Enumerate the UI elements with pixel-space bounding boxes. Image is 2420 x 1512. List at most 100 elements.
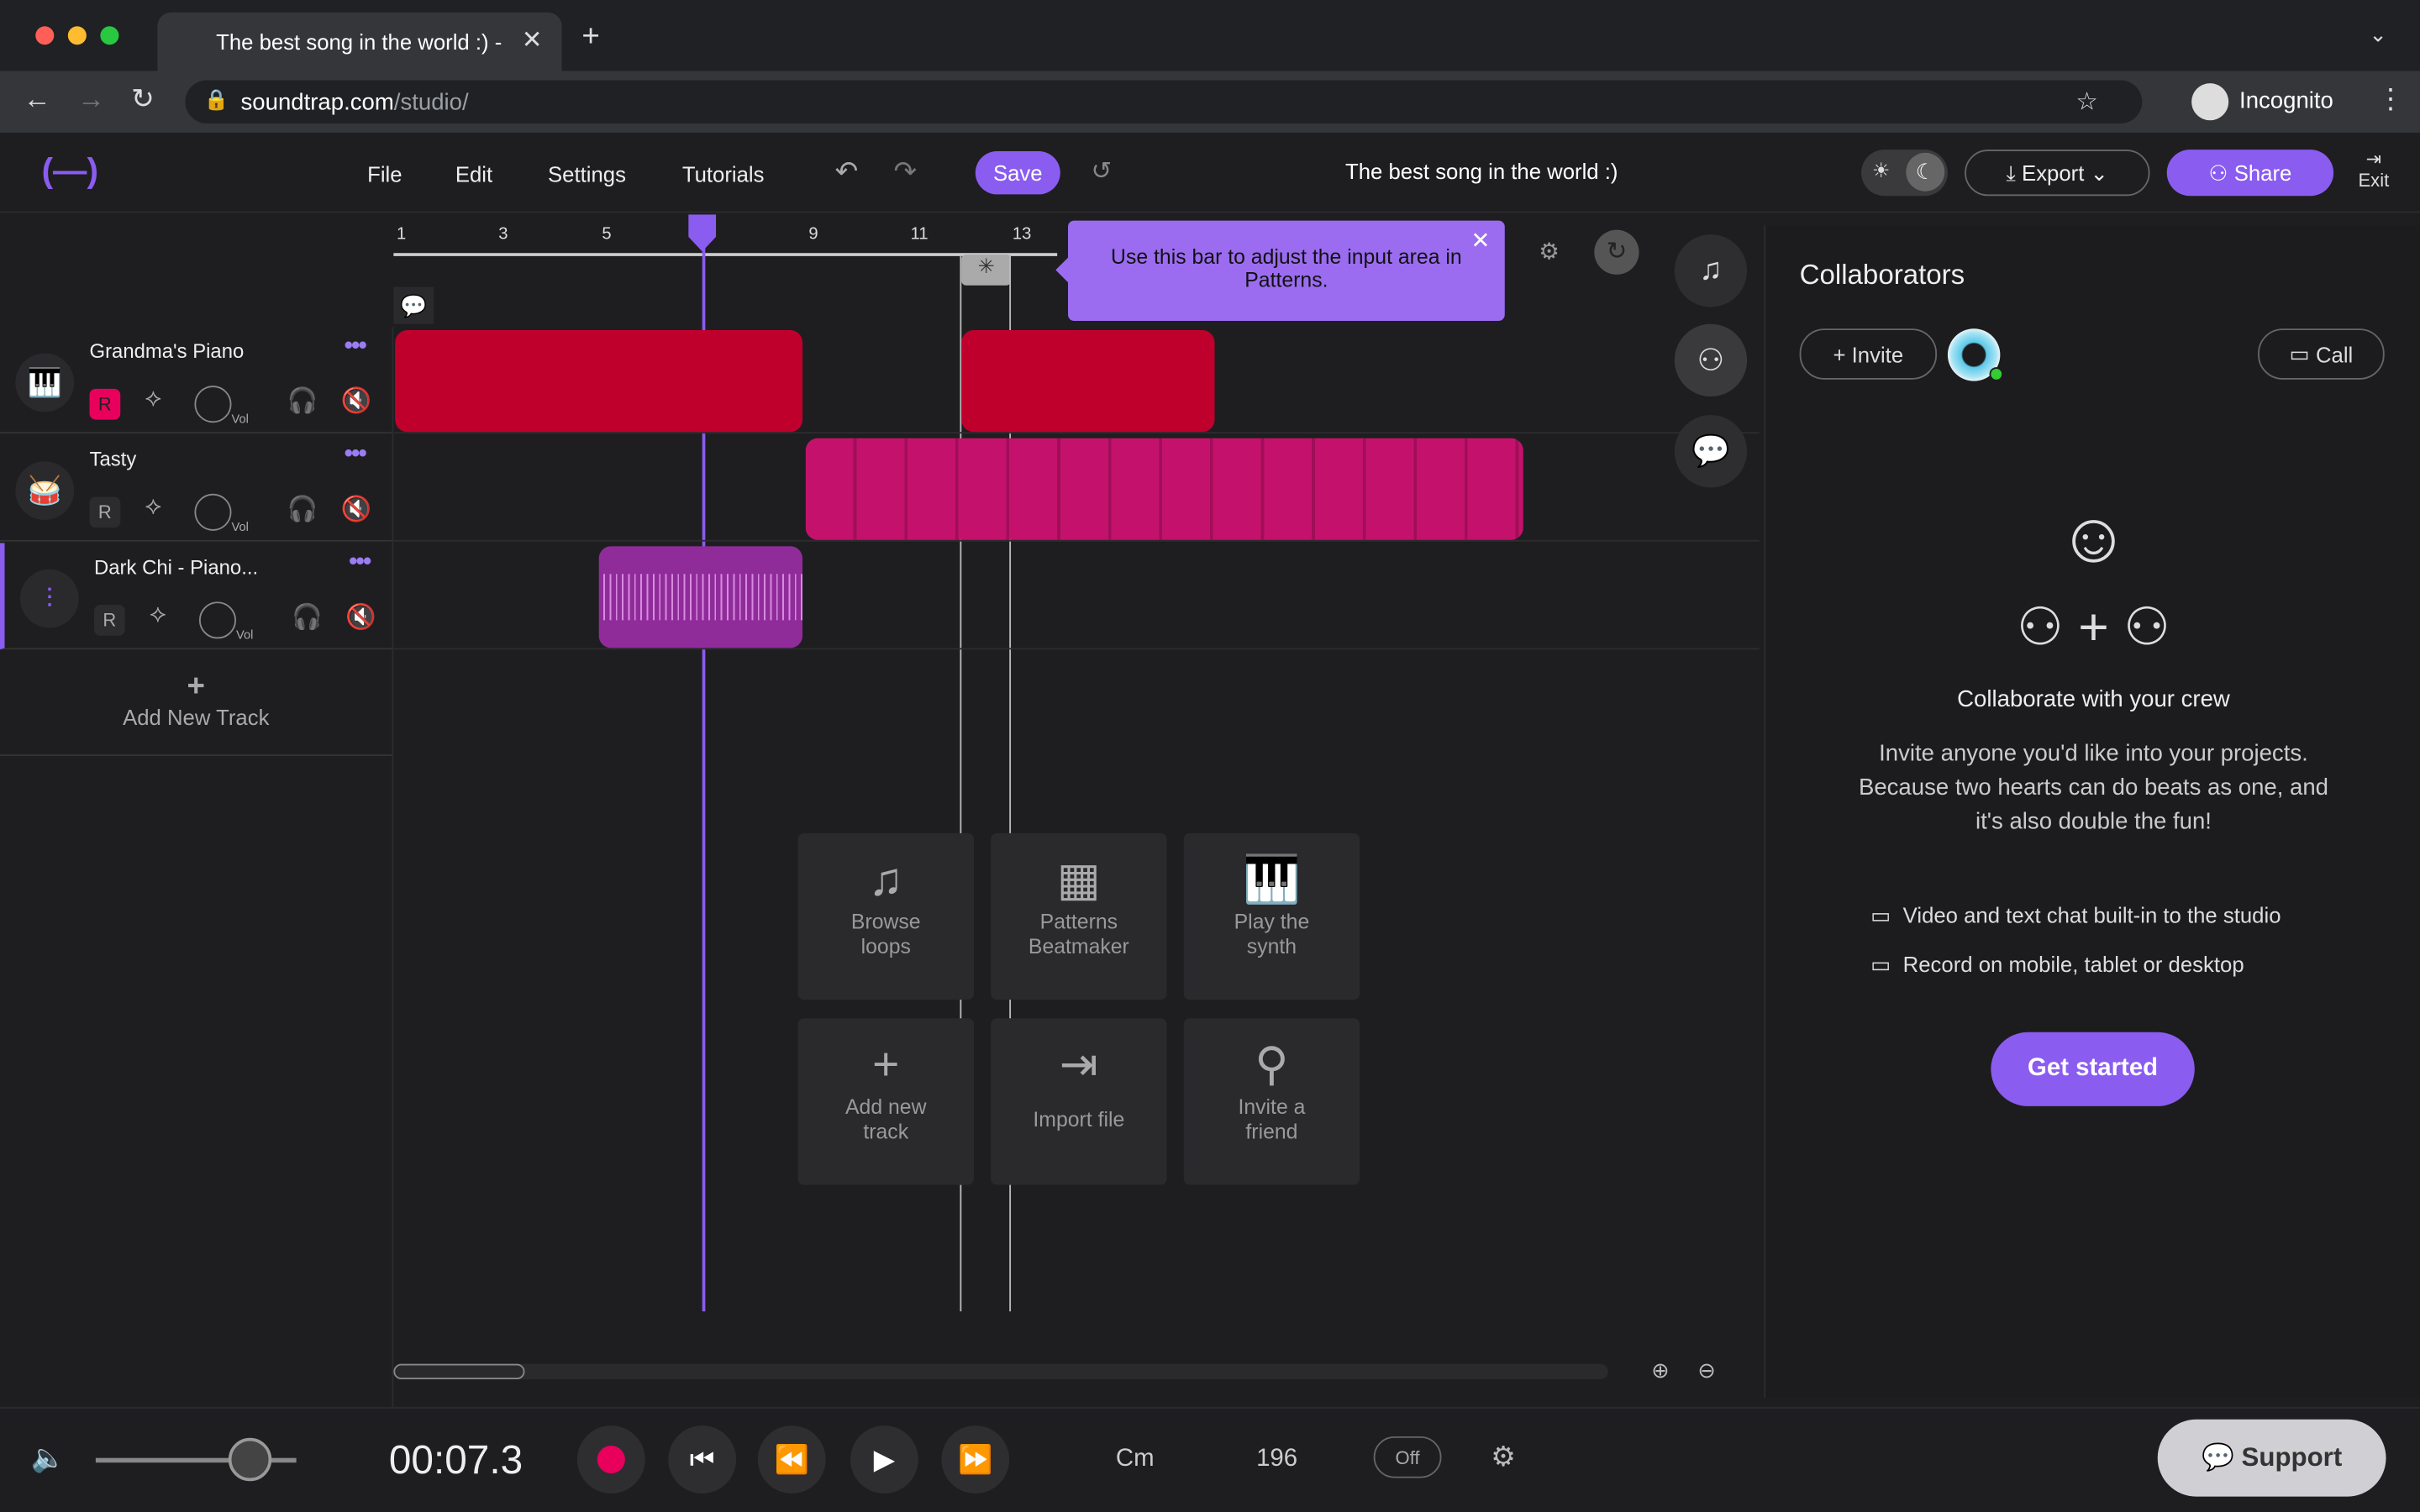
tempo-display[interactable]: 196 <box>1256 1446 1297 1473</box>
track-name[interactable]: Grandma's Piano <box>90 339 245 363</box>
piano-icon: 🎹 <box>15 353 75 412</box>
metronome-toggle[interactable]: Off <box>1373 1436 1442 1478</box>
more-options-icon[interactable]: ••• <box>345 333 367 361</box>
play-button[interactable]: ▶ <box>850 1425 918 1494</box>
mute-icon[interactable]: 🔇 <box>345 601 376 633</box>
go-to-start-button[interactable]: ⏮ <box>668 1425 737 1494</box>
gear-icon[interactable]: ⚙ <box>1539 238 1560 265</box>
maximize-window-button[interactable] <box>100 26 119 45</box>
track-header[interactable]: 🎹 Grandma's Piano ••• R ⟡ Vol 🎧 🔇 <box>0 327 392 434</box>
browser-menu-icon[interactable]: ⋮ <box>2377 83 2405 116</box>
new-tab-icon[interactable]: + <box>581 20 599 55</box>
collaborators-icon[interactable]: ⚇ <box>1674 323 1748 397</box>
history-icon[interactable]: ↺ <box>1092 156 1113 187</box>
volume-knob[interactable] <box>194 493 232 531</box>
pattern-range-handle[interactable]: ✳ <box>961 255 1012 286</box>
panel-title: Collaborators <box>1799 259 1965 291</box>
more-options-icon[interactable]: ••• <box>349 549 371 577</box>
headphones-icon[interactable]: 🎧 <box>287 386 318 417</box>
soundtrap-logo[interactable]: (—) <box>42 151 98 192</box>
track-header[interactable]: 🥁 Tasty ••• R ⟡ Vol 🎧 🔇 <box>0 434 392 542</box>
headphones-icon[interactable]: 🎧 <box>292 601 323 633</box>
invite-friend-button[interactable]: ⚲ Invite a friend <box>1183 1018 1360 1185</box>
record-arm-button[interactable]: R <box>89 496 121 528</box>
automation-icon[interactable]: ⟡ <box>145 386 161 413</box>
settings-gear-icon[interactable]: ⚙ <box>1491 1441 1516 1473</box>
music-note-icon[interactable]: ♫ <box>1674 234 1748 307</box>
url-field[interactable]: 🔒 soundtrap.com/studio/ <box>185 80 2143 123</box>
track-header[interactable]: ⫶ Dark Chi - Piano... ••• R ⟡ Vol 🎧 🔇 <box>0 543 392 650</box>
add-new-track-card[interactable]: + Add new track <box>797 1018 974 1185</box>
browse-loops-button[interactable]: ♫ Browse loops <box>797 832 974 1000</box>
support-button[interactable]: 💬 Support <box>2157 1419 2386 1497</box>
track-name[interactable]: Dark Chi - Piano... <box>94 555 258 579</box>
horizontal-scrollbar[interactable] <box>393 1363 1608 1380</box>
close-tooltip-icon[interactable]: ✕ <box>1470 227 1490 255</box>
record-arm-button[interactable]: R <box>89 388 121 420</box>
close-window-button[interactable] <box>35 26 55 45</box>
exit-button[interactable]: ⇥ Exit <box>2358 148 2389 191</box>
get-started-button[interactable]: Get started <box>1991 1032 2195 1106</box>
key-display[interactable]: Cm <box>1116 1446 1155 1473</box>
patterns-beatmaker-button[interactable]: ▦ Patterns Beatmaker <box>991 832 1167 1000</box>
card-label: Video and text chat built-in to the stud… <box>1902 902 2281 927</box>
midi-clip[interactable] <box>395 330 803 433</box>
back-icon[interactable]: ← <box>24 83 51 116</box>
menu-edit[interactable]: Edit <box>455 162 492 186</box>
invite-button[interactable]: + Invite <box>1799 328 1938 380</box>
theme-toggle[interactable]: ☀ ☾ <box>1861 150 1948 197</box>
automation-icon[interactable]: ⟡ <box>150 601 166 629</box>
track-name[interactable]: Tasty <box>90 448 137 471</box>
volume-knob[interactable] <box>198 601 237 639</box>
add-new-track-button[interactable]: + Add New Track <box>0 651 392 756</box>
support-label: Support <box>2241 1442 2343 1473</box>
transport-bar <box>0 1407 2420 1512</box>
share-button[interactable]: ⚇ Share <box>2166 150 2334 197</box>
reload-icon[interactable]: ↻ <box>131 83 155 116</box>
card-label: Import file <box>1033 1107 1125 1131</box>
volume-knob[interactable] <box>194 386 232 423</box>
record-arm-button[interactable]: R <box>94 604 125 636</box>
browser-tab[interactable]: The best song in the world :) - <box>157 12 562 71</box>
mute-icon[interactable]: 🔇 <box>341 494 372 525</box>
pattern-clip[interactable] <box>805 438 1523 540</box>
import-file-button[interactable]: ⇥ Import file <box>991 1018 1167 1185</box>
menu-settings[interactable]: Settings <box>548 162 626 186</box>
card-label: Beatmaker <box>1028 935 1129 958</box>
save-button[interactable]: Save <box>975 150 1060 195</box>
chevron-down-icon: ⌄ <box>2084 160 2109 185</box>
forward-icon[interactable]: → <box>77 83 105 116</box>
minimize-window-button[interactable] <box>67 26 87 45</box>
chat-icon[interactable]: 💬 <box>1674 415 1748 488</box>
profile-label[interactable]: Incognito <box>2239 88 2333 114</box>
menu-file[interactable]: File <box>367 162 402 186</box>
add-comment-icon[interactable]: 💬 <box>393 286 434 324</box>
record-button[interactable] <box>576 1425 645 1494</box>
play-synth-button[interactable]: 🎹 Play the synth <box>1183 832 1360 1000</box>
export-button[interactable]: ⤓ Export ⌄ <box>1965 150 2150 197</box>
project-title[interactable]: The best song in the world :) <box>1265 159 1697 183</box>
tab-list-chevron-icon[interactable]: ⌄ <box>2369 22 2387 48</box>
close-tab-icon[interactable]: ✕ <box>522 24 543 55</box>
loop-icon[interactable]: ↻ <box>1594 229 1639 275</box>
volume-slider-thumb[interactable] <box>228 1437 272 1482</box>
timeline-ruler[interactable] <box>393 225 1058 256</box>
zoom-out-icon[interactable]: ⊖ <box>1697 1357 1716 1383</box>
fast-forward-button[interactable]: ⏩ <box>941 1425 1010 1494</box>
call-button[interactable]: ▭ Call <box>2258 328 2385 380</box>
scrollbar-thumb[interactable] <box>393 1363 525 1380</box>
headphones-icon[interactable]: 🎧 <box>287 494 318 525</box>
audio-clip[interactable] <box>598 546 803 648</box>
rewind-button[interactable]: ⏪ <box>757 1425 826 1494</box>
undo-icon[interactable]: ↶ <box>835 156 859 189</box>
people-icon: ⚇ <box>2208 160 2234 185</box>
automation-icon[interactable]: ⟡ <box>145 494 161 522</box>
menu-tutorials[interactable]: Tutorials <box>682 162 765 186</box>
midi-clip[interactable] <box>961 330 1215 433</box>
redo-icon[interactable]: ↷ <box>893 156 917 189</box>
more-options-icon[interactable]: ••• <box>345 441 367 469</box>
mute-icon[interactable]: 🔇 <box>341 386 372 417</box>
speaker-icon[interactable]: 🔈 <box>31 1442 66 1475</box>
zoom-in-icon[interactable]: ⊕ <box>1651 1357 1670 1383</box>
star-icon[interactable]: ☆ <box>2075 87 2097 118</box>
